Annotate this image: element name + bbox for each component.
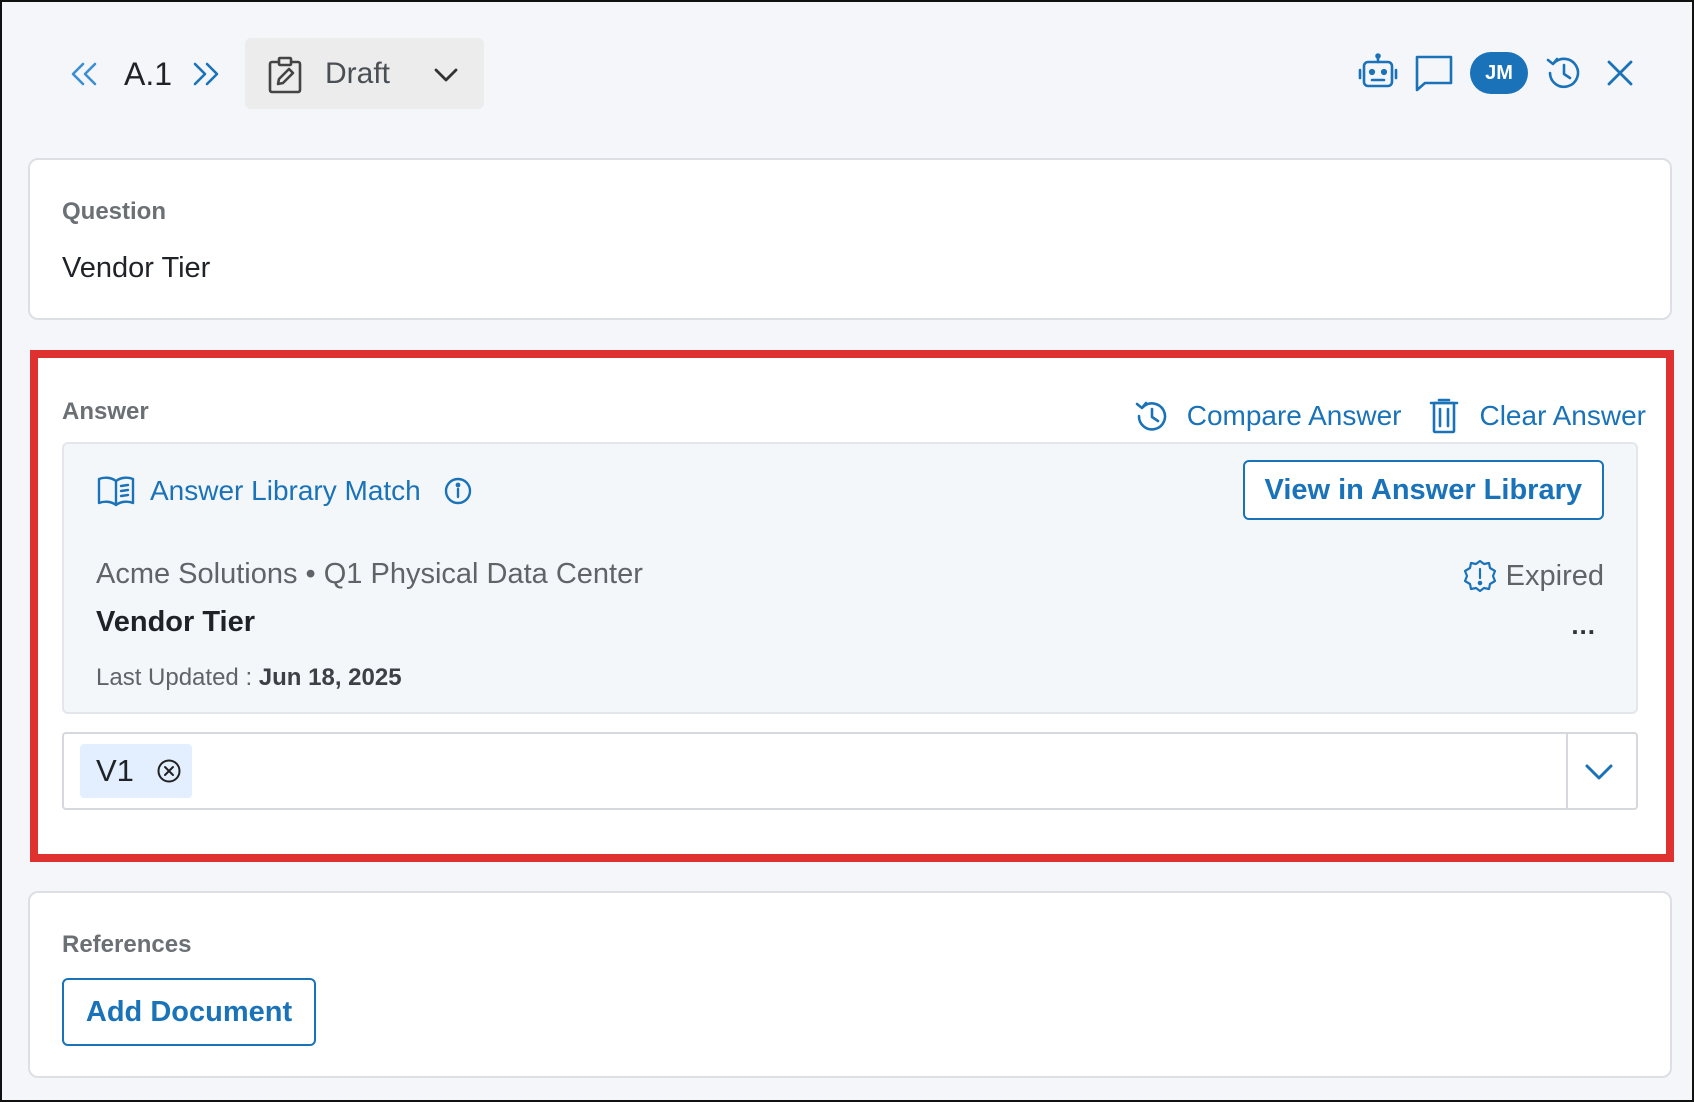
chevrons-left-icon[interactable] — [66, 56, 102, 92]
version-select[interactable]: V1 — [62, 732, 1638, 810]
view-in-answer-library-button[interactable]: View in Answer Library — [1242, 460, 1604, 520]
match-entry-title: Vendor Tier — [96, 606, 256, 638]
question-text: Vendor Tier — [62, 252, 211, 284]
clear-answer-button[interactable]: Clear Answer — [1425, 397, 1646, 435]
match-source: Acme Solutions • Q1 Physical Data Center — [96, 558, 643, 590]
expired-status: Expired — [1462, 558, 1604, 594]
question-card: Question Vendor Tier — [28, 158, 1672, 320]
add-document-button[interactable]: Add Document — [62, 978, 316, 1046]
panel-header: A.1 Draft JM — [0, 0, 1694, 150]
remove-circle-icon[interactable] — [156, 758, 182, 784]
more-options-button[interactable]: ... — [1571, 610, 1596, 641]
book-icon — [97, 476, 135, 507]
clipboard-edit-icon — [267, 56, 303, 94]
references-label: References — [62, 931, 192, 958]
alert-badge-icon — [1463, 559, 1496, 593]
expired-label: Expired — [1505, 559, 1604, 592]
answer-library-match-card: Answer Library Match View in Answer Libr… — [62, 442, 1638, 714]
last-updated-value: Jun 18, 2025 — [258, 664, 402, 691]
version-chip-label: V1 — [96, 753, 134, 788]
question-label: Question — [62, 198, 167, 225]
chevron-down-icon[interactable] — [1582, 756, 1616, 788]
answer-label: Answer — [62, 398, 149, 425]
compare-answer-button[interactable]: Compare Answer — [1133, 397, 1402, 435]
history-icon[interactable] — [1543, 52, 1585, 94]
info-icon[interactable] — [443, 476, 473, 506]
history-icon — [1135, 401, 1166, 431]
last-updated: Last Updated : Jun 18, 2025 — [96, 664, 402, 692]
compare-answer-label: Compare Answer — [1186, 400, 1402, 431]
version-chip: V1 — [80, 744, 192, 798]
chevron-down-icon — [431, 60, 461, 90]
robot-icon[interactable] — [1357, 52, 1399, 94]
close-icon[interactable] — [1599, 52, 1641, 94]
last-updated-label: Last Updated : — [96, 664, 253, 691]
chevrons-right-icon[interactable] — [188, 56, 224, 92]
clear-answer-label: Clear Answer — [1479, 400, 1646, 431]
question-id: A.1 — [124, 56, 173, 92]
answer-section: Answer Compare Answer Clear Answer Answe… — [30, 350, 1674, 862]
references-card: References Add Document — [28, 891, 1672, 1078]
answer-library-match-title[interactable]: Answer Library Match — [150, 475, 421, 507]
answer-library-match-header: Answer Library Match — [96, 474, 473, 508]
avatar[interactable]: JM — [1470, 52, 1528, 94]
comment-icon[interactable] — [1413, 52, 1455, 94]
trash-icon — [1430, 398, 1459, 434]
answer-actions: Compare Answer Clear Answer — [1109, 394, 1646, 438]
select-divider — [1566, 732, 1568, 810]
status-dropdown[interactable]: Draft — [245, 38, 484, 109]
status-label: Draft — [325, 57, 391, 90]
